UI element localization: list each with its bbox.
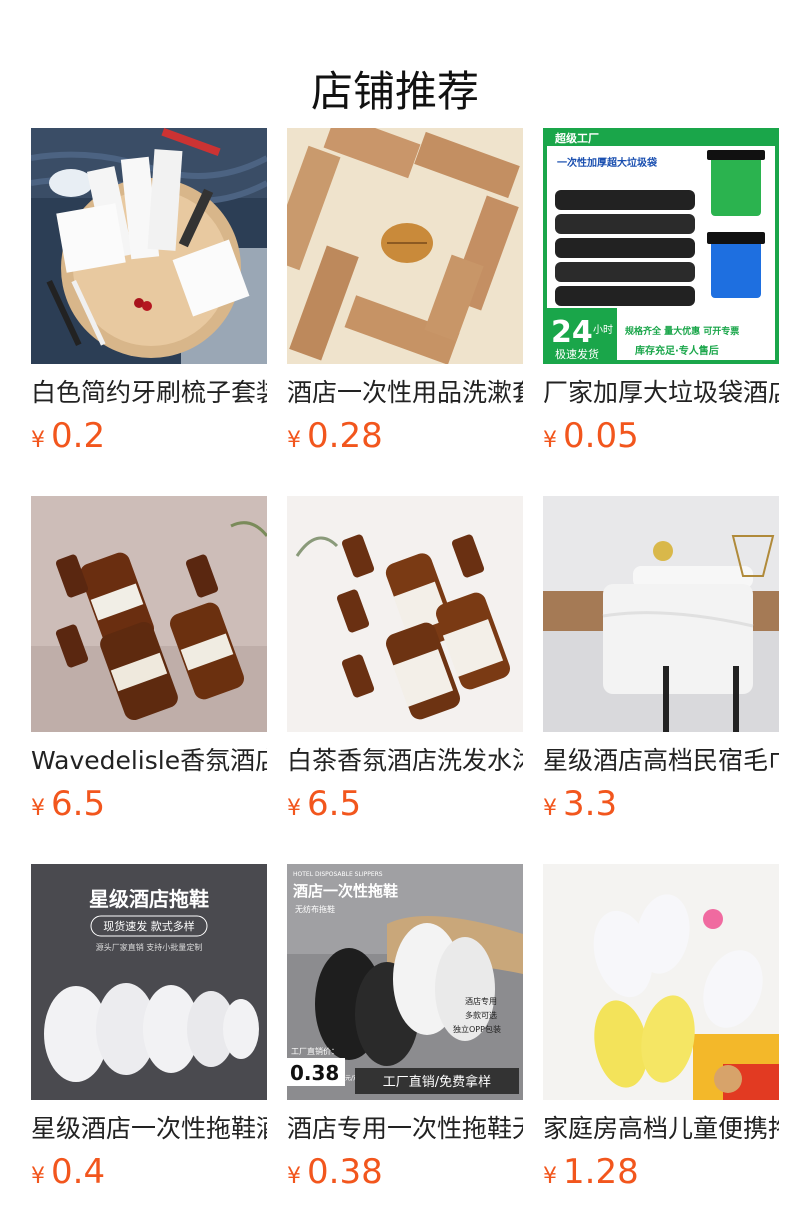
page-title: 店铺推荐	[310, 67, 479, 117]
disp-small-text: HOTEL DISPOSABLE SLIPPERS	[293, 871, 383, 878]
disp-check3-text: 独立OPP包装	[453, 1024, 501, 1034]
garbage-brand-text: 超级工厂	[554, 131, 599, 145]
slipper-title-text: 星级酒店拖鞋	[89, 887, 209, 911]
price-value: 0.4	[51, 1152, 106, 1192]
toothbrush-comb-set-image	[31, 128, 267, 364]
product-card[interactable]: 星级酒店高档民宿毛巾 ¥3.3	[543, 496, 779, 830]
garbage-hours-text: 24	[551, 315, 593, 350]
currency-symbol: ¥	[287, 1164, 301, 1189]
amber-bottles-image	[31, 496, 267, 732]
product-price: ¥0.2	[31, 416, 267, 462]
product-price: ¥0.38	[287, 1152, 523, 1198]
product-name[interactable]: 星级酒店一次性拖鞋酒	[31, 1112, 267, 1146]
disp-tag-text: 无纺布拖鞋	[295, 904, 335, 914]
product-price: ¥6.5	[31, 784, 267, 830]
kids-slippers-image	[543, 864, 779, 1100]
product-price: ¥0.4	[31, 1152, 267, 1198]
product-name[interactable]: 白茶香氛酒店洗发水沐	[287, 744, 523, 778]
currency-symbol: ¥	[287, 796, 301, 821]
product-name[interactable]: 星级酒店高档民宿毛巾	[543, 744, 779, 778]
disp-title-text: 酒店一次性拖鞋	[293, 882, 398, 900]
garbage-headline-text: 一次性加厚超大垃圾袋	[557, 156, 658, 169]
product-name[interactable]: 酒店专用一次性拖鞋无	[287, 1112, 523, 1146]
product-price: ¥0.05	[543, 416, 779, 462]
price-value: 0.2	[51, 416, 106, 456]
product-name[interactable]: 白色简约牙刷梳子套装	[31, 376, 267, 410]
slipper-sub-text: 现货速发 款式多样	[103, 919, 195, 933]
price-value: 6.5	[307, 784, 362, 824]
product-image[interactable]	[287, 496, 523, 732]
product-price: ¥1.28	[543, 1152, 779, 1198]
product-image[interactable]	[543, 864, 779, 1100]
white-tea-bottles-image	[287, 496, 523, 732]
disp-check1-text: 酒店专用	[465, 996, 497, 1006]
product-image[interactable]: HOTEL DISPOSABLE SLIPPERS 酒店一次性拖鞋 无纺布拖鞋 …	[287, 864, 523, 1100]
currency-symbol: ¥	[31, 796, 45, 821]
product-name[interactable]: 酒店一次性用品洗漱套装	[287, 376, 523, 410]
disp-check2-text: 多款可选	[465, 1010, 497, 1020]
garbage-note1-text: 规格齐全 量大优惠 可开专票	[625, 325, 739, 337]
product-card[interactable]: 酒店一次性用品洗漱套装 ¥0.28	[287, 128, 523, 462]
currency-symbol: ¥	[31, 1164, 45, 1189]
product-card[interactable]: 星级酒店拖鞋 现货速发 款式多样 源头厂家直销 支持小批量定制 星级酒店一次性拖…	[31, 864, 267, 1198]
slipper-sub2-text: 源头厂家直销 支持小批量定制	[96, 942, 203, 952]
garbage-ship-text: 极速发货	[555, 347, 599, 361]
currency-symbol: ¥	[543, 1164, 557, 1189]
disp-price-label-text: 工厂直销价：	[291, 1046, 339, 1056]
currency-symbol: ¥	[31, 428, 45, 453]
price-value: 6.5	[51, 784, 106, 824]
currency-symbol: ¥	[543, 796, 557, 821]
price-value: 0.38	[307, 1152, 383, 1192]
garbage-bag-image: 超级工厂 一次性加厚超大垃圾袋 24 小时 极速发货 规格齐全 量大优惠 可开专…	[543, 128, 779, 364]
white-towels-image	[543, 496, 779, 732]
product-card[interactable]: 白茶香氛酒店洗发水沐 ¥6.5	[287, 496, 523, 830]
product-image[interactable]: 超级工厂 一次性加厚超大垃圾袋 24 小时 极速发货 规格齐全 量大优惠 可开专…	[543, 128, 779, 364]
product-image[interactable]	[31, 128, 267, 364]
white-slippers-image: 星级酒店拖鞋 现货速发 款式多样 源头厂家直销 支持小批量定制	[31, 864, 267, 1100]
disp-banner-text: 工厂直销/免费拿样	[383, 1074, 491, 1090]
product-card[interactable]: 超级工厂 一次性加厚超大垃圾袋 24 小时 极速发货 规格齐全 量大优惠 可开专…	[543, 128, 779, 462]
product-price: ¥3.3	[543, 784, 779, 830]
product-name[interactable]: 家庭房高档儿童便携拖	[543, 1112, 779, 1146]
product-image[interactable]	[31, 496, 267, 732]
price-value: 1.28	[563, 1152, 639, 1192]
product-name[interactable]: 厂家加厚大垃圾袋酒店	[543, 376, 779, 410]
product-image[interactable]	[543, 496, 779, 732]
product-image[interactable]: 星级酒店拖鞋 现货速发 款式多样 源头厂家直销 支持小批量定制	[31, 864, 267, 1100]
disp-price-text: 0.38	[290, 1061, 339, 1085]
currency-symbol: ¥	[287, 428, 301, 453]
garbage-hours-unit-text: 小时	[593, 324, 613, 336]
price-value: 3.3	[563, 784, 618, 824]
product-card[interactable]: Wavedelisle香氛酒店 ¥6.5	[31, 496, 267, 830]
price-value: 0.28	[307, 416, 383, 456]
disposable-slippers-image: HOTEL DISPOSABLE SLIPPERS 酒店一次性拖鞋 无纺布拖鞋 …	[287, 864, 523, 1100]
product-image[interactable]	[287, 128, 523, 364]
product-name[interactable]: Wavedelisle香氛酒店	[31, 744, 267, 778]
garbage-note2-text: 库存充足·专人售后	[635, 344, 719, 357]
product-price: ¥6.5	[287, 784, 523, 830]
product-price: ¥0.28	[287, 416, 523, 462]
kraft-box-amenities-image	[287, 128, 523, 364]
product-card[interactable]: 家庭房高档儿童便携拖 ¥1.28	[543, 864, 779, 1198]
currency-symbol: ¥	[543, 428, 557, 453]
product-card[interactable]: HOTEL DISPOSABLE SLIPPERS 酒店一次性拖鞋 无纺布拖鞋 …	[287, 864, 523, 1198]
price-value: 0.05	[563, 416, 639, 456]
product-card[interactable]: 白色简约牙刷梳子套装 ¥0.2	[31, 128, 267, 462]
